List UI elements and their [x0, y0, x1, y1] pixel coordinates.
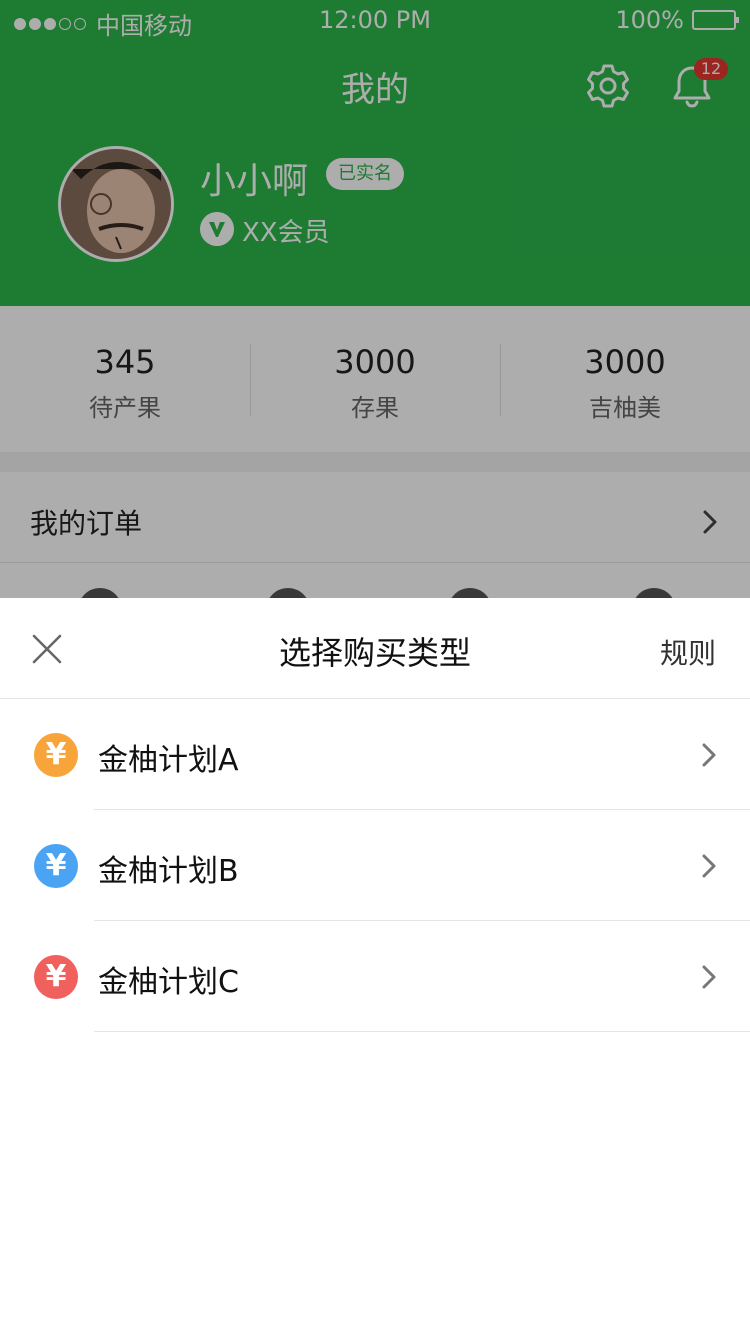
plan-option-b[interactable]: ¥ 金柚计划B [0, 810, 750, 921]
sheet-title: 选择购买类型 [278, 634, 471, 672]
yuan-icon: ¥ [34, 844, 78, 888]
chevron-right-icon [702, 854, 716, 878]
chevron-right-icon [702, 743, 716, 767]
plan-label: 金柚计划C [98, 965, 239, 1000]
sheet-header: 选择购买类型 规则 [0, 598, 750, 699]
divider [94, 1031, 750, 1032]
chevron-right-icon [702, 965, 716, 989]
yuan-icon: ¥ [34, 733, 78, 777]
plan-label: 金柚计划A [98, 743, 239, 778]
plan-label: 金柚计划B [98, 854, 239, 889]
plan-option-a[interactable]: ¥ 金柚计划A [0, 699, 750, 810]
purchase-type-sheet: 选择购买类型 规则 ¥ 金柚计划A ¥ 金柚计划B ¥ 金柚计划C [0, 598, 750, 1334]
yuan-icon: ¥ [34, 955, 78, 999]
rules-link[interactable]: 规则 [660, 632, 716, 672]
plan-option-c[interactable]: ¥ 金柚计划C [0, 921, 750, 1032]
